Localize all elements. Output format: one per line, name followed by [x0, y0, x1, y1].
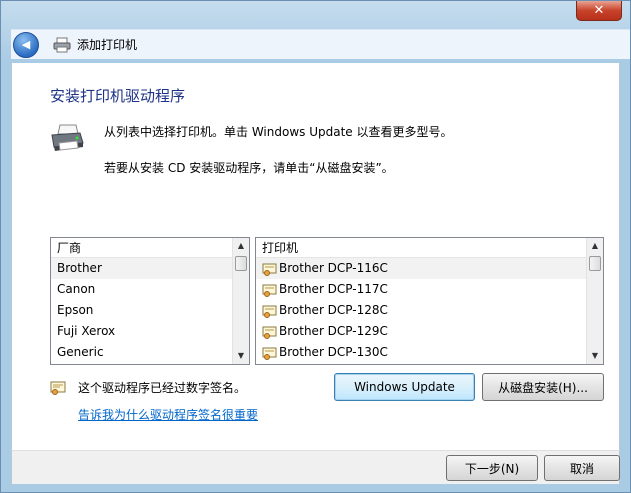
- scroll-down-arrow-icon[interactable]: ▼: [233, 348, 249, 364]
- window-frame-bottom: [1, 484, 630, 492]
- manufacturer-list-header[interactable]: 厂商: [51, 238, 249, 258]
- description-line-1: 从列表中选择打印机。单击 Windows Update 以查看更多型号。: [104, 125, 453, 139]
- signature-status-text: 这个驱动程序已经过数字签名。: [78, 381, 247, 395]
- printer-list-header[interactable]: 打印机: [256, 238, 603, 258]
- printer-item-label: Brother DCP-129C: [279, 324, 388, 338]
- manufacturer-item[interactable]: Generic: [51, 342, 249, 363]
- printer-item-label: Brother DCP-116C: [279, 261, 388, 275]
- scrollbar-thumb[interactable]: [235, 256, 247, 271]
- add-printer-window: ✕ ◀ 添加打印机 安装打印机驱动程序 从列表中选择打印机。单击 Windows…: [0, 0, 631, 493]
- printer-item-label: Brother DCP-130C: [279, 345, 388, 359]
- manufacturer-scrollbar[interactable]: ▲ ▼: [232, 238, 249, 364]
- printer-item-label: Brother DCP-117C: [279, 282, 388, 296]
- scroll-up-arrow-icon[interactable]: ▲: [233, 238, 249, 254]
- printer-list-body: Brother DCP-116C Brother DCP-117C Brothe…: [256, 258, 603, 363]
- window-title: 添加打印机: [77, 38, 138, 52]
- scroll-down-arrow-icon[interactable]: ▼: [587, 348, 603, 364]
- cancel-button[interactable]: 取消: [544, 455, 620, 481]
- title-bar: ◀ 添加打印机: [11, 29, 630, 59]
- scroll-up-arrow-icon[interactable]: ▲: [587, 238, 603, 254]
- printer-item[interactable]: Brother DCP-128C: [256, 300, 603, 321]
- scrollbar-thumb[interactable]: [589, 256, 601, 271]
- printer-driver-icon: [262, 304, 277, 318]
- certificate-icon: [50, 381, 66, 395]
- windows-update-button[interactable]: Windows Update: [334, 373, 475, 401]
- printer-item[interactable]: Brother DCP-116C: [256, 258, 603, 279]
- signature-help-link[interactable]: 告诉我为什么驱动程序签名很重要: [78, 406, 258, 423]
- printer-driver-icon: [262, 262, 277, 276]
- printer-icon: [53, 37, 71, 53]
- description-line-2: 若要从安装 CD 安装驱动程序，请单击“从磁盘安装”。: [104, 161, 394, 175]
- printer-driver-icon: [262, 346, 277, 360]
- manufacturer-header-label: 厂商: [57, 241, 82, 255]
- have-disk-button[interactable]: 从磁盘安装(H)...: [482, 373, 604, 401]
- printer-item[interactable]: Brother DCP-117C: [256, 279, 603, 300]
- printer-item[interactable]: Brother DCP-129C: [256, 321, 603, 342]
- manufacturer-item[interactable]: Brother: [51, 258, 249, 279]
- manufacturer-list-body: Brother Canon Epson Fuji Xerox Generic: [51, 258, 249, 363]
- printer-scrollbar[interactable]: ▲ ▼: [586, 238, 603, 364]
- close-button[interactable]: ✕: [576, 1, 622, 21]
- printer-driver-icon: [262, 325, 277, 339]
- manufacturer-item[interactable]: Canon: [51, 279, 249, 300]
- dialog-footer: 下一步(N) 取消: [11, 450, 620, 486]
- manufacturer-item[interactable]: Fuji Xerox: [51, 321, 249, 342]
- manufacturer-item[interactable]: Epson: [51, 300, 249, 321]
- close-icon: ✕: [593, 3, 605, 18]
- next-button[interactable]: 下一步(N): [446, 455, 538, 481]
- printer-driver-icon: [262, 283, 277, 297]
- back-arrow-icon: ◀: [21, 38, 31, 51]
- back-button[interactable]: ◀: [13, 31, 39, 58]
- printer-item-label: Brother DCP-128C: [279, 303, 388, 317]
- printer-list[interactable]: 打印机 Brother DCP-116C Brother DCP-117C Br…: [255, 237, 604, 365]
- manufacturer-list[interactable]: 厂商 Brother Canon Epson Fuji Xerox Generi…: [50, 237, 250, 365]
- printer-icon: [50, 123, 84, 153]
- printer-item[interactable]: Brother DCP-130C: [256, 342, 603, 363]
- printer-header-label: 打印机: [262, 241, 299, 255]
- page-heading: 安装打印机驱动程序: [50, 87, 186, 105]
- content-panel: 安装打印机驱动程序 从列表中选择打印机。单击 Windows Update 以查…: [11, 63, 620, 450]
